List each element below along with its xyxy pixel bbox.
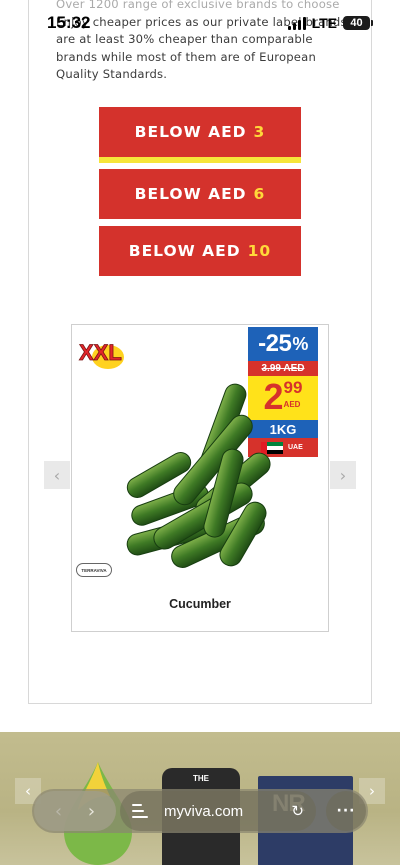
cucumber-image bbox=[126, 383, 271, 568]
discount-sign: % bbox=[292, 333, 308, 354]
url-text[interactable]: myviva.com bbox=[164, 803, 291, 820]
chevron-left-icon: ‹ bbox=[53, 465, 61, 485]
carousel-prev-button[interactable]: ‹ bbox=[44, 461, 70, 489]
chevron-right-icon: › bbox=[339, 465, 347, 485]
browser-nav: ‹ › bbox=[34, 791, 116, 831]
below-aed-10-button[interactable]: BELOW AED 10 bbox=[99, 226, 301, 276]
below-aed-6-button[interactable]: BELOW AED 6 bbox=[99, 169, 301, 219]
forward-button[interactable]: › bbox=[82, 801, 102, 822]
button-label: BELOW AED bbox=[128, 242, 241, 260]
button-label: BELOW AED bbox=[134, 123, 247, 141]
active-underline bbox=[99, 157, 301, 163]
browser-toolbar: ‹ › myviva.com ↻ ··· bbox=[32, 789, 368, 833]
more-options-button[interactable]: ··· bbox=[326, 791, 366, 831]
xxl-badge-logo: XXL bbox=[79, 340, 124, 369]
status-bar: 15:32 LTE 40 bbox=[0, 0, 400, 46]
chevron-right-icon: › bbox=[369, 782, 375, 800]
battery-icon: 40 bbox=[343, 16, 373, 30]
button-label: BELOW AED bbox=[134, 185, 247, 203]
origin-text: UAE bbox=[288, 444, 303, 451]
network-label: LTE bbox=[311, 15, 337, 31]
signal-icon bbox=[287, 16, 306, 30]
below-aed-3-button[interactable]: BELOW AED 3 bbox=[99, 107, 301, 157]
xxl-text: XXL bbox=[79, 340, 122, 365]
reader-mode-icon[interactable] bbox=[132, 804, 148, 818]
button-amount: 3 bbox=[253, 123, 266, 141]
old-price: 3.99 AED bbox=[248, 361, 318, 376]
status-time: 15:32 bbox=[47, 13, 91, 32]
product-card[interactable]: XXL -25% 3.99 AED 2 99 AED 1KG UAE TERRA… bbox=[71, 324, 329, 632]
discount-value: -25 bbox=[258, 330, 292, 357]
carousel-next-button[interactable]: › bbox=[330, 461, 356, 489]
chevron-left-icon: ‹ bbox=[25, 782, 31, 800]
button-amount: 6 bbox=[253, 185, 266, 203]
product-name: Cucumber bbox=[169, 597, 231, 611]
button-amount: 10 bbox=[247, 242, 272, 260]
reload-icon[interactable]: ↻ bbox=[291, 802, 304, 820]
terraviva-logo: TERRAVIVA bbox=[76, 563, 112, 577]
price-currency: AED bbox=[283, 400, 301, 409]
address-bar[interactable]: myviva.com ↻ bbox=[120, 791, 316, 831]
price-decimal: 99 bbox=[283, 378, 303, 397]
discount-badge: -25% bbox=[248, 327, 318, 361]
back-button[interactable]: ‹ bbox=[49, 801, 69, 822]
status-indicators: LTE 40 bbox=[287, 15, 373, 31]
